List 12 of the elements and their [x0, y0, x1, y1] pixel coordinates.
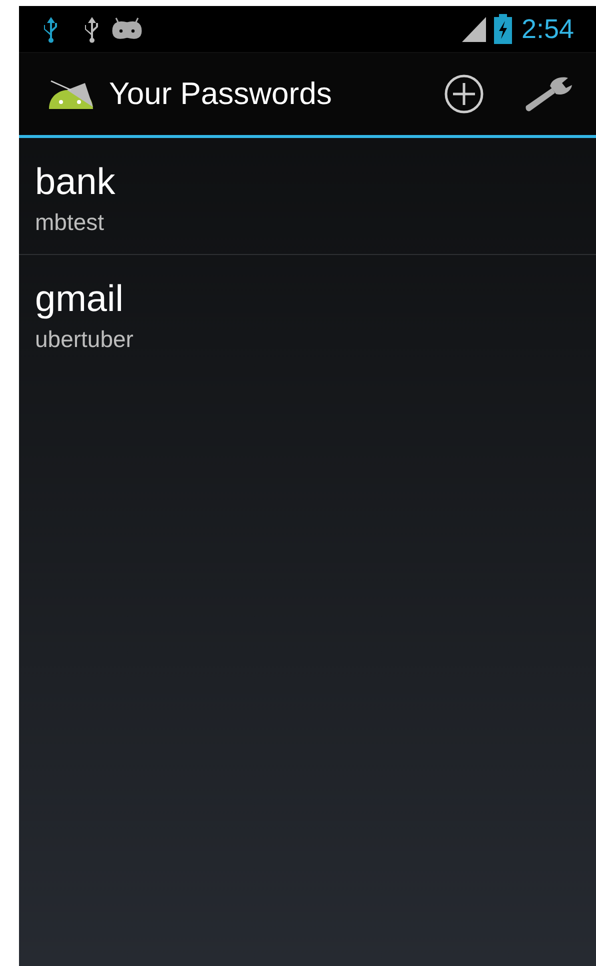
android-head-icon	[110, 17, 144, 41]
signal-icon	[461, 15, 488, 43]
clock-time: 2:54	[521, 12, 574, 46]
screen-title: Your Passwords	[109, 74, 332, 113]
password-item[interactable]: gmail ubertuber	[19, 255, 596, 372]
battery-charging-icon	[493, 14, 514, 44]
entry-username: ubertuber	[35, 325, 134, 354]
add-button[interactable]	[442, 72, 486, 116]
entry-name: gmail	[35, 277, 124, 321]
entry-username: mbtest	[35, 208, 104, 237]
entry-name: bank	[35, 160, 116, 204]
password-item[interactable]: bank mbtest	[19, 138, 596, 255]
